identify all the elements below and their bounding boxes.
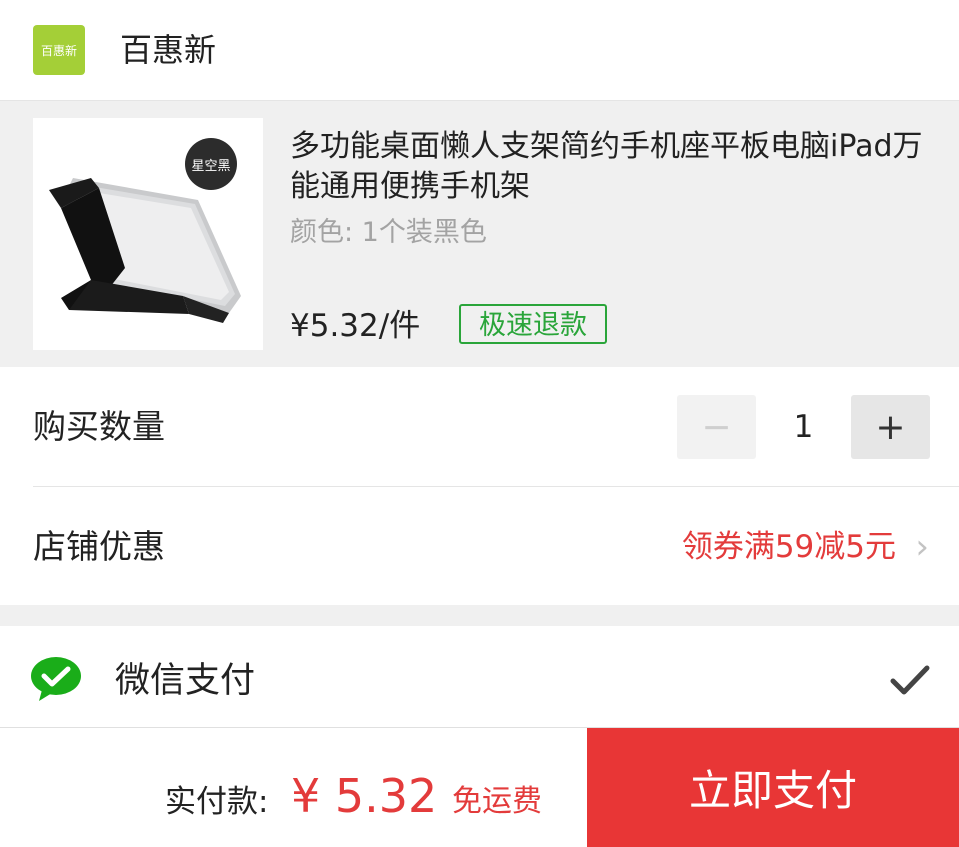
product-card[interactable]: 星空黑 多功能桌面懒人支架简约手机座平板电脑iPad万能通用便携手机架 颜色: … bbox=[0, 101, 959, 367]
shop-header[interactable]: 百惠新 百惠新 bbox=[0, 0, 959, 101]
product-image[interactable]: 星空黑 bbox=[33, 118, 263, 350]
chevron-right-icon[interactable]: › bbox=[915, 527, 929, 567]
free-shipping-label: 免运费 bbox=[452, 784, 542, 819]
checkmark-icon[interactable] bbox=[890, 664, 930, 696]
quantity-increment-button[interactable]: + bbox=[851, 395, 930, 459]
shop-logo: 百惠新 bbox=[33, 25, 85, 75]
payment-method-label: 微信支付 bbox=[115, 661, 256, 701]
quantity-decrement-button[interactable]: − bbox=[677, 395, 756, 459]
color-badge: 星空黑 bbox=[185, 138, 237, 190]
fast-refund-badge: 极速退款 bbox=[459, 304, 607, 344]
product-price: ¥5.32/件 bbox=[290, 308, 421, 344]
minus-icon: − bbox=[701, 406, 732, 448]
quantity-label: 购买数量 bbox=[33, 407, 165, 446]
checkout-bar: 实付款: ¥ 5.32 免运费 立即支付 bbox=[0, 727, 959, 847]
product-title[interactable]: 多功能桌面懒人支架简约手机座平板电脑iPad万能通用便携手机架 bbox=[290, 127, 930, 207]
product-spec: 颜色: 1个装黑色 bbox=[290, 217, 487, 248]
total-label: 实付款: bbox=[165, 784, 269, 820]
shop-name[interactable]: 百惠新 bbox=[120, 30, 216, 70]
shop-discount-label: 店铺优惠 bbox=[33, 527, 165, 566]
coupon-link[interactable]: 领券满59减5元 bbox=[682, 525, 896, 569]
plus-icon: + bbox=[875, 406, 906, 448]
payment-method-row[interactable]: 微信支付 bbox=[0, 626, 959, 727]
pay-now-button[interactable]: 立即支付 bbox=[587, 728, 959, 847]
total-amount: ¥ 5.32 bbox=[291, 769, 438, 823]
quantity-value[interactable]: 1 bbox=[756, 405, 851, 449]
divider bbox=[33, 486, 959, 487]
order-options: 购买数量 − 1 + 店铺优惠 领券满59减5元 › bbox=[0, 367, 959, 605]
wechat-pay-icon bbox=[31, 657, 81, 701]
